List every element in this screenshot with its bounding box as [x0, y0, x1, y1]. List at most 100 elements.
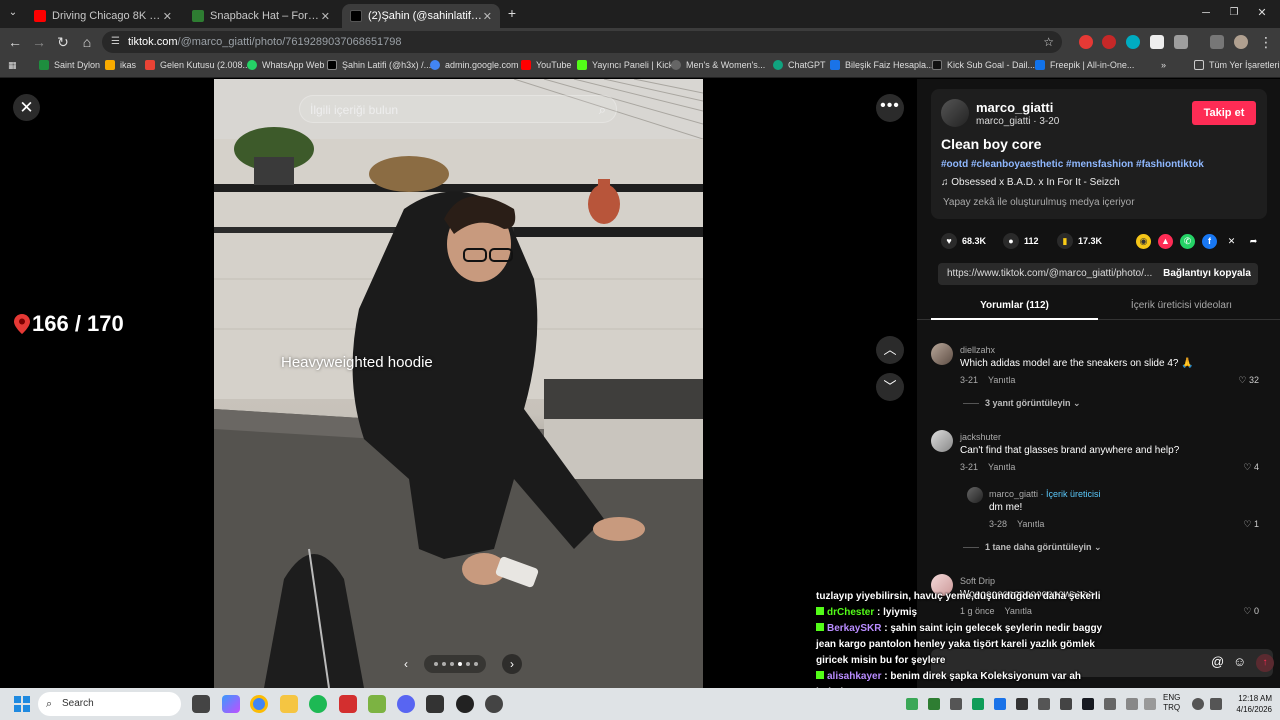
tray-icon[interactable]: [950, 698, 962, 710]
comment-like[interactable]: ♡ 4: [1243, 462, 1259, 473]
slide-dot[interactable]: [434, 662, 438, 666]
obs-icon[interactable]: [456, 695, 474, 713]
comment-button[interactable]: ● 112: [1003, 233, 1039, 249]
close-tab-icon[interactable]: ✕: [483, 10, 492, 23]
close-window-icon[interactable]: ✕: [1253, 4, 1271, 22]
avatar[interactable]: [931, 430, 953, 452]
avatar[interactable]: [941, 99, 969, 127]
forward-icon[interactable]: →: [30, 33, 48, 51]
tray-icon[interactable]: [906, 698, 918, 710]
home-icon[interactable]: ⌂: [78, 33, 96, 51]
spotify-icon[interactable]: [309, 695, 327, 713]
browser-tab-1[interactable]: Driving Chicago 8K - Dolby Visi ✕: [26, 4, 180, 28]
back-icon[interactable]: ←: [6, 33, 24, 51]
extension-icon[interactable]: [1102, 35, 1116, 49]
browser-menu-icon[interactable]: ⋮: [1257, 33, 1275, 51]
app-icon[interactable]: [339, 695, 357, 713]
send-comment-icon[interactable]: ↑: [1256, 654, 1274, 672]
slide-dot[interactable]: [450, 662, 454, 666]
send-share-icon[interactable]: ▲: [1158, 234, 1173, 249]
bookmark-star-icon[interactable]: ☆: [1043, 31, 1054, 53]
copilot-icon[interactable]: [222, 695, 240, 713]
previous-slide-button[interactable]: ‹: [396, 654, 416, 674]
tray-icon[interactable]: [1144, 698, 1156, 710]
related-content-search[interactable]: İlgili içeriği bulun ⌕: [299, 95, 617, 123]
reload-icon[interactable]: ↻: [54, 33, 72, 51]
taskbar-search[interactable]: ⌕ Search: [38, 692, 181, 716]
site-info-icon[interactable]: ☰: [111, 31, 120, 53]
bookmark-item[interactable]: Kick Sub Goal - Dail...: [932, 60, 1035, 70]
facebook-share-icon[interactable]: f: [1202, 234, 1217, 249]
new-tab-icon[interactable]: +: [503, 4, 521, 22]
close-tab-icon[interactable]: ✕: [163, 10, 172, 23]
x-share-icon[interactable]: ✕: [1224, 234, 1239, 249]
comment-like[interactable]: ♡ 0: [1243, 606, 1259, 617]
save-button[interactable]: ▮ 17.3K: [1057, 233, 1102, 249]
bookmark-item[interactable]: Yayıncı Paneli | Kick: [577, 60, 673, 70]
extension-icon[interactable]: [1079, 35, 1093, 49]
profile-avatar[interactable]: [1234, 35, 1248, 49]
terminal-icon[interactable]: [426, 695, 444, 713]
restore-icon[interactable]: ❐: [1225, 4, 1243, 22]
bookmark-item[interactable]: Şahin Latifi (@h3x) /...: [327, 60, 431, 70]
tab-search-icon[interactable]: ⌄: [4, 4, 22, 22]
bookmark-item[interactable]: ikas: [105, 60, 136, 70]
slide-dot[interactable]: [474, 662, 478, 666]
url-field[interactable]: ☰ tiktok.com/@marco_giatti/photo/7619289…: [102, 31, 1062, 53]
chrome-icon[interactable]: [250, 695, 268, 713]
slide-dot-active[interactable]: [458, 662, 462, 666]
embed-share-icon[interactable]: ◉: [1136, 234, 1151, 249]
reply-button[interactable]: Yanıtla: [988, 375, 1015, 385]
reply-button[interactable]: Yanıtla: [1017, 519, 1044, 529]
bookmark-item[interactable]: Saint Dylon: [39, 60, 100, 70]
language-indicator[interactable]: ENG TRQ: [1163, 693, 1180, 713]
view-replies-button[interactable]: 3 yanıt görüntüleyin ⌄: [963, 398, 1081, 409]
copy-link-button[interactable]: Bağlantıyı kopyala: [1156, 263, 1258, 285]
comment-username[interactable]: Soft Drip: [960, 576, 995, 586]
bookmark-item[interactable]: Men's & Women's...: [671, 60, 765, 70]
minimize-icon[interactable]: ─: [1197, 4, 1215, 22]
slide-dot[interactable]: [466, 662, 470, 666]
reply-button[interactable]: Yanıtla: [988, 462, 1015, 472]
browser-tab-3[interactable]: (2)Şahin (@sahinlatifi) | TikT ✕: [342, 4, 500, 28]
bookmark-item[interactable]: YouTube: [521, 60, 571, 70]
extension-icon[interactable]: [1150, 35, 1164, 49]
tray-icon[interactable]: [994, 698, 1006, 710]
mention-icon[interactable]: @: [1211, 654, 1224, 669]
slide-dot[interactable]: [442, 662, 446, 666]
bookmark-item[interactable]: admin.google.com: [430, 60, 519, 70]
author-name[interactable]: marco_giatti: [976, 100, 1053, 115]
tab-creator-videos[interactable]: İçerik üreticisi videoları: [1098, 300, 1265, 311]
task-view-icon[interactable]: [192, 695, 210, 713]
app-icon[interactable]: [485, 695, 503, 713]
music-line[interactable]: ♫ Obsessed x B.A.D. x In For It - Seizch: [941, 177, 1120, 188]
whatsapp-share-icon[interactable]: ✆: [1180, 234, 1195, 249]
bookmark-item[interactable]: ChatGPT: [773, 60, 826, 70]
close-tab-icon[interactable]: ✕: [321, 10, 330, 23]
tab-comments[interactable]: Yorumlar (112): [931, 300, 1098, 311]
tray-icon[interactable]: [1060, 698, 1072, 710]
reading-list-icon[interactable]: [1210, 35, 1224, 49]
follow-button[interactable]: Takip et: [1192, 101, 1256, 125]
tray-icon[interactable]: [1126, 698, 1138, 710]
volume-icon[interactable]: [1210, 698, 1222, 710]
comment-like[interactable]: ♡ 32: [1238, 375, 1259, 386]
avatar[interactable]: [931, 343, 953, 365]
more-share-icon[interactable]: ➦: [1246, 234, 1261, 249]
extensions-puzzle-icon[interactable]: [1174, 35, 1188, 49]
view-more-replies-button[interactable]: 1 tane daha görüntüleyin ⌄: [963, 542, 1102, 553]
previous-post-button[interactable]: ︿: [876, 336, 904, 364]
file-explorer-icon[interactable]: [280, 695, 298, 713]
bookmark-item[interactable]: Freepik | All-in-One...: [1035, 60, 1134, 70]
emoji-icon[interactable]: ☺: [1233, 654, 1246, 669]
system-clock[interactable]: 12:18 AM 4/16/2026: [1228, 693, 1272, 715]
tray-icon[interactable]: [972, 698, 984, 710]
avatar[interactable]: [967, 487, 983, 503]
app-icon[interactable]: [368, 695, 386, 713]
comment-username[interactable]: marco_giatti: [989, 489, 1038, 499]
bookmark-item[interactable]: Gelen Kutusu (2.008...: [145, 60, 250, 70]
close-viewer-button[interactable]: ✕: [13, 94, 40, 121]
next-post-button[interactable]: ﹀: [876, 373, 904, 401]
bookmark-item[interactable]: Bileşik Faiz Hesapla...: [830, 60, 934, 70]
tray-icon[interactable]: [1038, 698, 1050, 710]
